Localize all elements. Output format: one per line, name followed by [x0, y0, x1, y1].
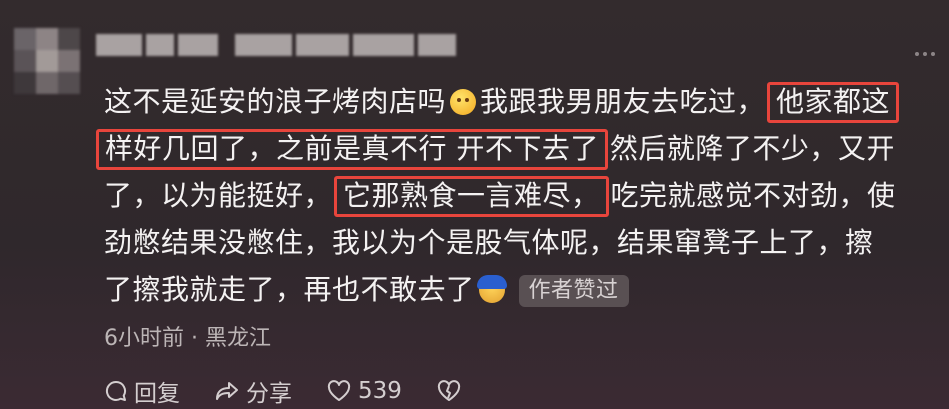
location: 黑龙江: [205, 326, 272, 351]
share-label: 分享: [246, 381, 292, 407]
more-options-icon[interactable]: [915, 52, 935, 56]
reply-button[interactable]: 回复: [104, 374, 180, 408]
comment-text: 这不是延安的浪子烤肉店吗: [104, 85, 447, 118]
reply-bubble-icon: [105, 380, 127, 401]
author-liked-badge: 作者赞过: [518, 275, 629, 307]
reply-label: 回复: [134, 381, 180, 407]
highlight-box: 样好几回了，之前是真不行 开不下去了: [96, 129, 608, 170]
share-icon: [216, 382, 238, 400]
timestamp: 6小时前: [104, 326, 184, 351]
comment-text: 我跟我男朋友去吃过，: [480, 85, 766, 118]
username-blurred[interactable]: [96, 34, 456, 56]
share-button[interactable]: 分享: [214, 374, 292, 408]
comment-text: 了，以为能挺好，: [104, 179, 333, 212]
comment-text: 了擦我就走了，再也不敢去了: [104, 273, 475, 306]
like-button[interactable]: 539: [326, 378, 402, 404]
comment-meta: 6小时前 · 黑龙江: [104, 320, 271, 352]
comment-text: 然后就降了不少，又开: [609, 132, 895, 165]
comment-actions: 回复 分享 539: [104, 374, 462, 408]
comment-line: 这不是延安的浪子烤肉店吗 我跟我男朋友去吃过， 他家都这: [104, 78, 944, 125]
dislike-button[interactable]: [436, 379, 462, 403]
avatar[interactable]: [14, 28, 80, 94]
comment-line: 劲憋结果没憋住，我以为个是股气体呢，结果窜凳子上了，擦: [104, 219, 944, 266]
heart-icon: [327, 380, 351, 401]
like-count: 539: [358, 378, 402, 404]
highlight-box: 它那熟食一言难尽，: [334, 176, 609, 217]
comment-line: 了，以为能挺好， 它那熟食一言难尽， 吃完就感觉不对劲，使: [104, 172, 944, 219]
comment-body: 这不是延安的浪子烤肉店吗 我跟我男朋友去吃过， 他家都这 样好几回了，之前是真不行 …: [96, 78, 944, 313]
smile-emoji-icon: [450, 89, 477, 115]
separator: ·: [191, 326, 198, 351]
comment-line: 样好几回了，之前是真不行 开不下去了 然后就降了不少，又开: [96, 125, 944, 172]
broken-heart-icon: [437, 380, 461, 401]
comment-text: 吃完就感觉不对劲，使: [610, 179, 896, 212]
shy-emoji-icon: [476, 275, 507, 303]
comment-line: 了擦我就走了，再也不敢去了 作者赞过: [104, 266, 944, 313]
highlight-box: 他家都这: [767, 82, 900, 123]
comment-text: 劲憋结果没憋住，我以为个是股气体呢，结果窜凳子上了，擦: [104, 226, 874, 259]
